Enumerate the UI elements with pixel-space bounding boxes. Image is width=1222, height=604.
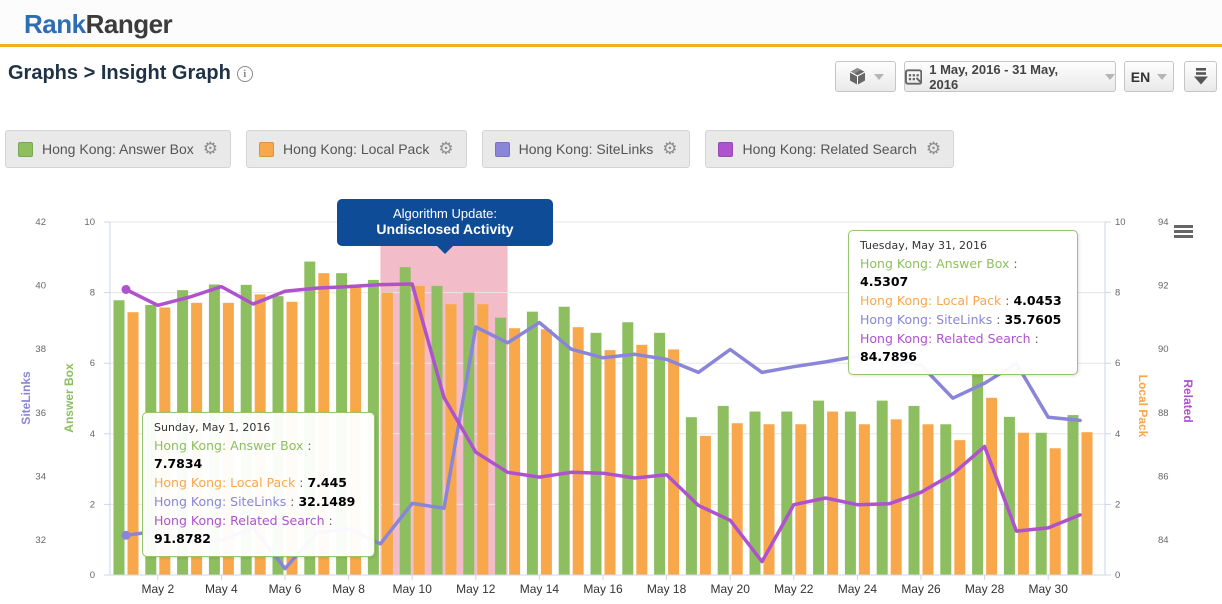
package-selector-button[interactable]	[835, 61, 896, 92]
download-button[interactable]	[1184, 61, 1217, 92]
package-cube-icon	[848, 67, 867, 86]
date-range-value: 1 May, 2016 - 31 May, 2016	[929, 62, 1084, 92]
gear-icon[interactable]: ⚙	[662, 141, 677, 158]
legend-chip-answer-box[interactable]: Hong Kong: Answer Box ⚙	[5, 130, 231, 168]
tooltip-rows: Hong Kong: Answer Box : 7.7834Hong Kong:…	[154, 437, 363, 550]
svg-text:May 22: May 22	[774, 582, 814, 596]
tooltip-rows: Hong Kong: Answer Box : 4.5307Hong Kong:…	[860, 255, 1066, 368]
svg-text:May 16: May 16	[583, 582, 623, 596]
related-search-swatch	[718, 142, 733, 157]
tooltip-date: Sunday, May 1, 2016	[154, 420, 363, 437]
svg-text:May 26: May 26	[901, 582, 941, 596]
logo-ranger: Ranger	[86, 9, 173, 39]
svg-text:2: 2	[90, 499, 95, 510]
language-value: EN	[1131, 69, 1150, 85]
rankranger-logo: RankRanger	[24, 9, 172, 40]
svg-text:90: 90	[1158, 344, 1169, 355]
language-selector[interactable]: EN	[1124, 61, 1174, 92]
svg-text:0: 0	[1115, 570, 1120, 581]
svg-text:4: 4	[1115, 429, 1120, 440]
svg-text:34: 34	[35, 471, 46, 482]
svg-text:10: 10	[1115, 217, 1126, 228]
legend-label: Hong Kong: Local Pack	[283, 141, 429, 157]
svg-text:4: 4	[90, 429, 95, 440]
gear-icon[interactable]: ⚙	[203, 141, 218, 158]
sitelinks-swatch	[495, 142, 510, 157]
logo-rank: Rank	[24, 9, 86, 39]
app-header: RankRanger	[0, 0, 1222, 47]
svg-text:84: 84	[1158, 535, 1169, 546]
svg-text:10: 10	[84, 217, 95, 228]
chart-menu-icon[interactable]	[1174, 225, 1193, 239]
svg-text:38: 38	[35, 344, 46, 355]
tooltip-date: Tuesday, May 31, 2016	[860, 238, 1066, 255]
svg-text:6: 6	[90, 358, 95, 369]
svg-text:40: 40	[35, 281, 46, 292]
legend-label: Hong Kong: Related Search	[742, 141, 916, 157]
calendar-icon	[905, 69, 922, 85]
legend-label: Hong Kong: Answer Box	[42, 141, 194, 157]
svg-text:May 30: May 30	[1029, 582, 1069, 596]
answer-box-axis: 0 2 4 6 8 10 Answer Box	[62, 217, 110, 581]
sitelinks-axis: 32 34 36 38 40 42 SiteLinks	[19, 217, 46, 546]
svg-text:May 10: May 10	[393, 582, 433, 596]
svg-text:Local Pack: Local Pack	[1136, 375, 1150, 438]
svg-text:92: 92	[1158, 281, 1169, 292]
gear-icon[interactable]: ⚙	[438, 141, 453, 158]
info-icon[interactable]: i	[237, 66, 253, 82]
date-range-picker[interactable]: 1 May, 2016 - 31 May, 2016	[904, 61, 1116, 92]
local-pack-swatch	[259, 142, 274, 157]
svg-text:May 14: May 14	[520, 582, 560, 596]
tooltip-may-1: Sunday, May 1, 2016 Hong Kong: Answer Bo…	[142, 412, 375, 557]
svg-text:0: 0	[90, 570, 95, 581]
svg-text:May 8: May 8	[332, 582, 365, 596]
related-axis: 84 86 88 90 92 94 Related	[1158, 217, 1195, 546]
svg-text:Answer Box: Answer Box	[62, 363, 76, 433]
algorithm-update-callout[interactable]: Algorithm Update: Undisclosed Activity	[337, 199, 553, 246]
tooltip-may-31: Tuesday, May 31, 2016 Hong Kong: Answer …	[848, 230, 1078, 375]
legend-chip-sitelinks[interactable]: Hong Kong: SiteLinks ⚙	[482, 130, 691, 168]
gear-icon[interactable]: ⚙	[926, 141, 941, 158]
svg-text:8: 8	[90, 288, 95, 299]
legend-chip-local-pack[interactable]: Hong Kong: Local Pack ⚙	[246, 130, 467, 168]
chevron-down-icon	[874, 74, 884, 80]
svg-text:86: 86	[1158, 471, 1169, 482]
breadcrumb: Graphs > Insight Graph i	[8, 62, 253, 85]
svg-text:88: 88	[1158, 408, 1169, 419]
x-axis-labels: May 2 May 4 May 6 May 8 May 10 May 12 May 14 Ma…	[141, 575, 1068, 596]
local-pack-axis: 0 2 4 6 8 10 Local Pack	[1105, 217, 1150, 581]
svg-text:32: 32	[35, 535, 46, 546]
svg-text:May 6: May 6	[269, 582, 302, 596]
series-legend: Hong Kong: Answer Box ⚙ Hong Kong: Local…	[5, 130, 954, 168]
answer-box-swatch	[18, 142, 33, 157]
download-icon	[1193, 68, 1209, 85]
svg-text:May 4: May 4	[205, 582, 238, 596]
svg-text:May 18: May 18	[647, 582, 687, 596]
chevron-down-icon	[1157, 74, 1167, 80]
callout-line1: Algorithm Update:	[337, 206, 553, 221]
svg-text:May 2: May 2	[141, 582, 174, 596]
svg-text:Related: Related	[1181, 379, 1195, 422]
svg-text:2: 2	[1115, 499, 1120, 510]
chevron-down-icon	[1105, 74, 1115, 80]
callout-line2: Undisclosed Activity	[337, 221, 553, 237]
svg-text:May 20: May 20	[711, 582, 751, 596]
svg-text:SiteLinks: SiteLinks	[19, 371, 33, 425]
svg-text:36: 36	[35, 408, 46, 419]
svg-text:8: 8	[1115, 288, 1120, 299]
insight-chart: 32 34 36 38 40 42 SiteLinks 0 2 4 6 8 10 Answer Box 0 2…	[0, 186, 1222, 604]
legend-chip-related-search[interactable]: Hong Kong: Related Search ⚙	[705, 130, 954, 168]
legend-label: Hong Kong: SiteLinks	[519, 141, 654, 157]
svg-text:42: 42	[35, 217, 46, 228]
svg-text:May 24: May 24	[838, 582, 878, 596]
page-title: Graphs > Insight Graph	[8, 62, 231, 84]
svg-text:94: 94	[1158, 217, 1169, 228]
svg-text:6: 6	[1115, 358, 1120, 369]
svg-text:May 28: May 28	[965, 582, 1005, 596]
svg-text:May 12: May 12	[456, 582, 496, 596]
